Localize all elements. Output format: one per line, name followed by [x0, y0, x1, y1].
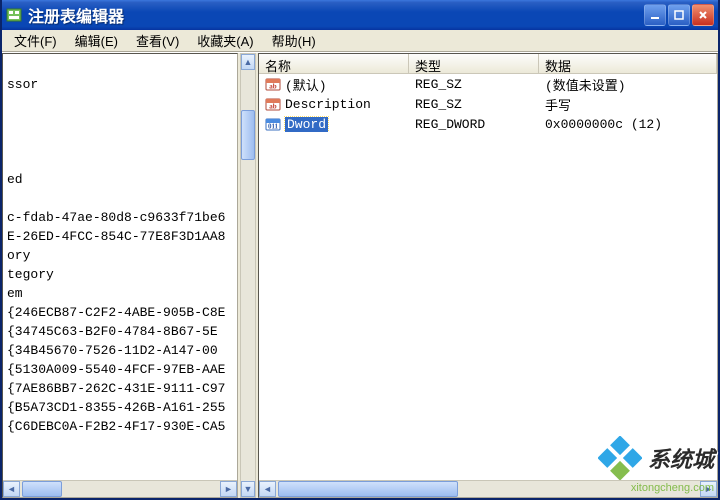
menu-help[interactable]: 帮助(H) — [264, 29, 324, 52]
scroll-left-icon[interactable]: ◄ — [3, 481, 20, 497]
svg-text:ab: ab — [269, 83, 277, 91]
column-data[interactable]: 数据 — [539, 54, 717, 73]
dword-value-icon: 011 — [265, 116, 281, 132]
menu-edit[interactable]: 编辑(E) — [67, 29, 126, 52]
window-title: 注册表编辑器 — [28, 3, 644, 27]
tree-hscroll-thumb[interactable] — [22, 481, 62, 497]
tree-item[interactable]: em — [7, 284, 233, 303]
svg-text:011: 011 — [268, 123, 279, 131]
value-list[interactable]: ab (默认) REG_SZ(数值未设置) ab Description REG_SZ手写… — [259, 74, 717, 480]
menu-file[interactable]: 文件(F) — [6, 29, 65, 52]
tree-item[interactable]: ed — [7, 170, 233, 189]
value-data: 0x0000000c (12) — [539, 117, 717, 132]
menubar: 文件(F) 编辑(E) 查看(V) 收藏夹(A) 帮助(H) — [2, 30, 718, 52]
value-name: Description — [285, 97, 371, 112]
scroll-right-icon[interactable]: ► — [700, 481, 717, 497]
regedit-icon — [6, 7, 22, 23]
tree-item[interactable]: ory — [7, 246, 233, 265]
value-name: Dword — [285, 117, 328, 132]
string-value-icon: ab — [265, 76, 281, 92]
value-name-cell: ab Description — [259, 96, 409, 112]
value-row[interactable]: 011 Dword REG_DWORD0x0000000c (12) — [259, 114, 717, 134]
tree-item[interactable]: {34B45670-7526-11D2-A147-00 — [7, 341, 233, 360]
value-name-cell: 011 Dword — [259, 116, 409, 132]
tree-hscroll[interactable]: ◄ ► — [3, 480, 237, 497]
titlebar[interactable]: 注册表编辑器 — [2, 0, 718, 30]
maximize-button[interactable] — [668, 4, 690, 26]
tree-item[interactable]: {246ECB87-C2F2-4ABE-905B-C8E — [7, 303, 233, 322]
column-type[interactable]: 类型 — [409, 54, 539, 73]
value-name-cell: ab (默认) — [259, 75, 409, 94]
registry-editor-window: 注册表编辑器 文件(F) 编辑(E) 查看(V) 收藏夹(A) 帮助(H) ss… — [0, 0, 720, 500]
tree-pane[interactable]: ssor ed c-fdab-47ae-80d8-c9633f71be6E-26… — [2, 53, 238, 498]
value-type: REG_SZ — [409, 77, 539, 92]
scroll-down-icon[interactable]: ▼ — [241, 481, 255, 497]
menu-favorites[interactable]: 收藏夹(A) — [189, 29, 261, 52]
tree-item[interactable]: {7AE86BB7-262C-431E-9111-C97 — [7, 379, 233, 398]
scroll-up-icon[interactable]: ▲ — [241, 54, 255, 70]
value-data: 手写 — [539, 95, 717, 114]
tree-item[interactable]: {B5A73CD1-8355-426B-A161-255 — [7, 398, 233, 417]
tree-item[interactable]: E-26ED-4FCC-854C-77E8F3D1AA8 — [7, 227, 233, 246]
value-data: (数值未设置) — [539, 75, 717, 94]
tree-item[interactable] — [7, 94, 233, 113]
tree-item[interactable] — [7, 189, 233, 208]
minimize-button[interactable] — [644, 4, 666, 26]
tree-item[interactable]: tegory — [7, 265, 233, 284]
svg-text:ab: ab — [269, 103, 277, 111]
scroll-left-icon[interactable]: ◄ — [259, 481, 276, 497]
values-hscroll-thumb[interactable] — [278, 481, 458, 497]
tree-item[interactable]: ssor — [7, 75, 233, 94]
values-hscroll[interactable]: ◄ ► — [259, 480, 717, 497]
tree-item[interactable]: c-fdab-47ae-80d8-c9633f71be6 — [7, 208, 233, 227]
values-pane: 名称 类型 数据 ab (默认) REG_SZ(数值未设置) ab Descriptio… — [258, 53, 718, 498]
tree-vscroll[interactable]: ▲ ▼ — [240, 53, 256, 498]
value-type: REG_DWORD — [409, 117, 539, 132]
tree-item[interactable]: {C6DEBC0A-F2B2-4F17-930E-CA5 — [7, 417, 233, 436]
scroll-right-icon[interactable]: ► — [220, 481, 237, 497]
content-area: ssor ed c-fdab-47ae-80d8-c9633f71be6E-26… — [2, 52, 718, 498]
close-button[interactable] — [692, 4, 714, 26]
tree-item[interactable]: {34745C63-B2F0-4784-8B67-5E — [7, 322, 233, 341]
value-name: (默认) — [285, 75, 327, 94]
value-row[interactable]: ab (默认) REG_SZ(数值未设置) — [259, 74, 717, 94]
tree-vscroll-thumb[interactable] — [241, 110, 255, 160]
value-row[interactable]: ab Description REG_SZ手写 — [259, 94, 717, 114]
window-controls — [644, 4, 714, 26]
value-type: REG_SZ — [409, 97, 539, 112]
column-headers: 名称 类型 数据 — [259, 54, 717, 74]
string-value-icon: ab — [265, 96, 281, 112]
column-name[interactable]: 名称 — [259, 54, 409, 73]
tree-lines: ssor ed c-fdab-47ae-80d8-c9633f71be6E-26… — [3, 54, 237, 480]
tree-item[interactable] — [7, 132, 233, 151]
menu-view[interactable]: 查看(V) — [128, 29, 187, 52]
tree-item[interactable] — [7, 113, 233, 132]
tree-item[interactable] — [7, 56, 233, 75]
tree-item[interactable] — [7, 151, 233, 170]
tree-item[interactable]: {5130A009-5540-4FCF-97EB-AAE — [7, 360, 233, 379]
splitter[interactable]: ▲ ▼ — [238, 53, 258, 498]
